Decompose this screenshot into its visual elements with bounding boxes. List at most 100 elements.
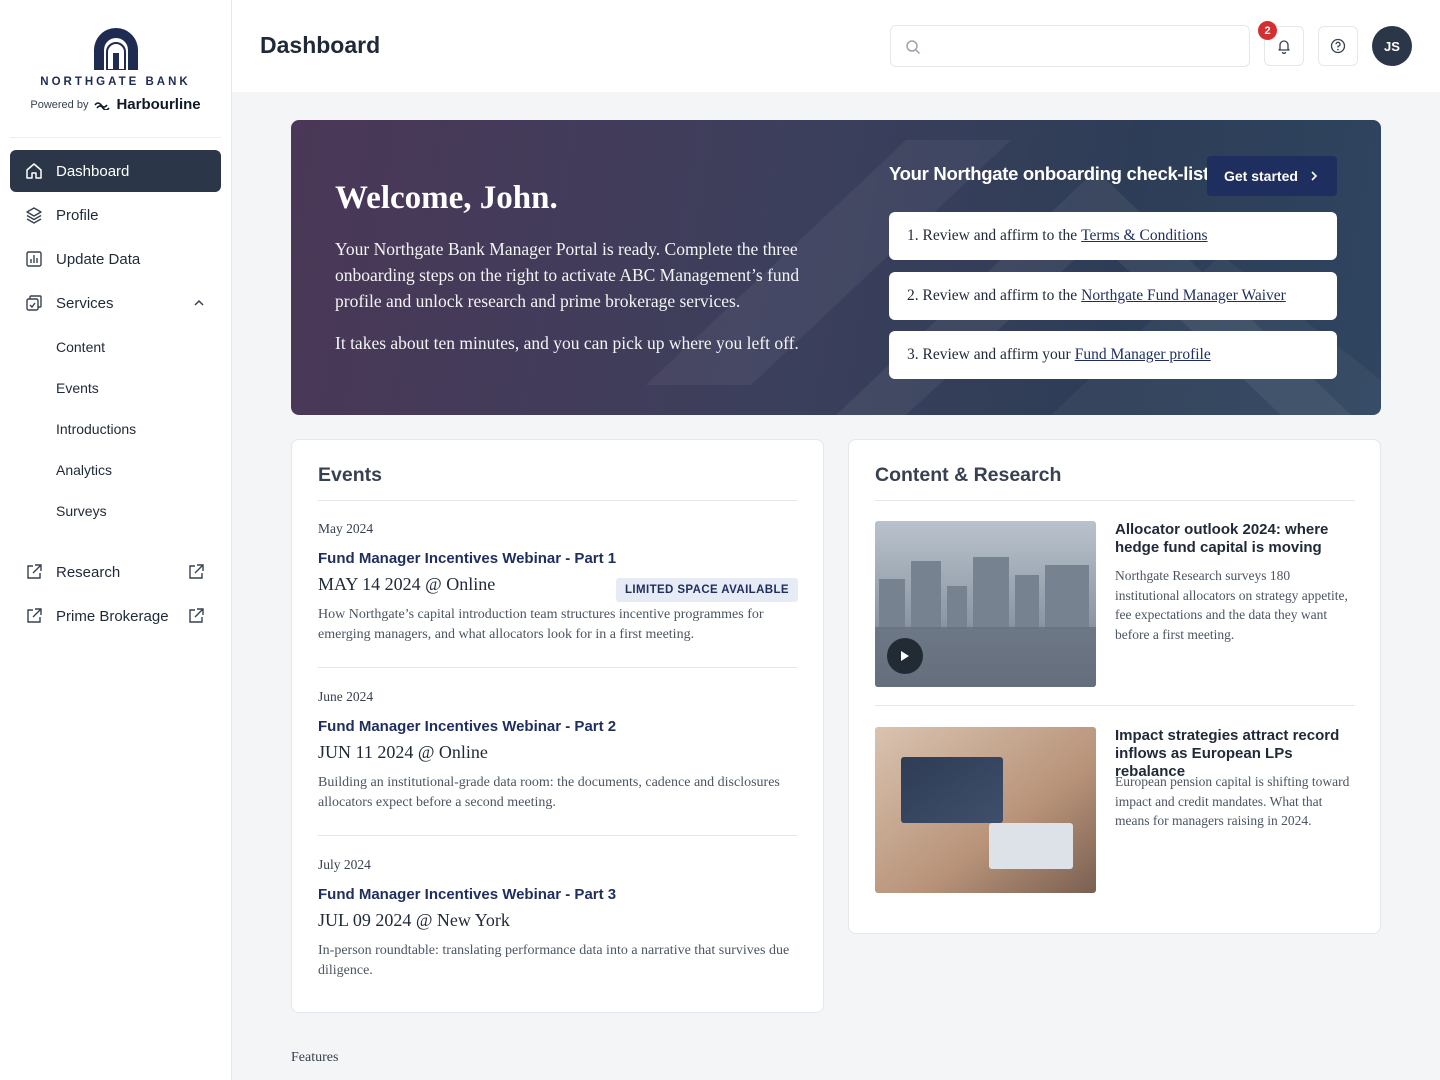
top-header: Dashboard 2 JS bbox=[232, 0, 1440, 92]
powered-by-label: Powered by bbox=[30, 98, 89, 111]
chevron-right-icon bbox=[1311, 171, 1318, 181]
brand-block: NORTHGATE BANK Powered by Harbourline bbox=[10, 0, 221, 138]
harbourline-icon bbox=[94, 101, 111, 110]
terms-link[interactable]: Terms & Conditions bbox=[1081, 227, 1207, 245]
event-month: July 2024 bbox=[318, 857, 371, 872]
subnav-item-label: Surveys bbox=[56, 502, 107, 519]
sidebar-item-update-data[interactable]: Update Data bbox=[10, 238, 221, 280]
divider bbox=[875, 705, 1355, 706]
search-box[interactable] bbox=[890, 25, 1250, 67]
main-content: Welcome, John. Your Northgate Bank Manag… bbox=[232, 92, 1440, 1080]
welcome-banner: Welcome, John. Your Northgate Bank Manag… bbox=[291, 120, 1381, 415]
services-subnav: Content Events Introductions Analytics S… bbox=[10, 326, 221, 531]
subnav-item-events[interactable]: Events bbox=[10, 367, 221, 408]
event-item: May 2024 Fund Manager Incentives Webinar… bbox=[318, 521, 798, 668]
sidebar-item-prime-brokerage[interactable]: Prime Brokerage bbox=[10, 595, 221, 637]
checklist-title: Your Northgate onboarding check-list bbox=[889, 163, 1209, 184]
northgate-logo[interactable] bbox=[90, 26, 142, 70]
article-description: Northgate Research surveys 180 instituti… bbox=[1115, 568, 1348, 642]
checklist-item-profile[interactable]: 3. Review and affirm your Fund Manager p… bbox=[889, 331, 1337, 379]
powered-by: Powered by Harbourline bbox=[30, 96, 200, 113]
avatar[interactable]: JS bbox=[1372, 26, 1412, 66]
home-icon bbox=[26, 163, 42, 179]
divider bbox=[318, 667, 798, 668]
events-title: Events bbox=[318, 464, 382, 486]
chevron-up-icon[interactable] bbox=[193, 297, 205, 309]
sidebar-item-services[interactable]: Services bbox=[10, 282, 221, 324]
welcome-text: Your Northgate Bank Manager Portal is re… bbox=[335, 239, 800, 311]
subnav-item-label: Analytics bbox=[56, 461, 113, 478]
welcome-title: Welcome, John. bbox=[335, 180, 558, 216]
article-title[interactable]: Allocator outlook 2024: where hedge fund… bbox=[1115, 521, 1355, 557]
sidebar-item-label: Services bbox=[56, 294, 114, 312]
sidebar-nav: Dashboard Profile Update Data Services C… bbox=[0, 138, 231, 637]
article-thumbnail[interactable] bbox=[875, 521, 1096, 687]
sidebar-item-label: Update Data bbox=[56, 250, 141, 268]
event-description: Building an institutional-grade data roo… bbox=[318, 775, 780, 810]
checklist-item-waiver[interactable]: 2. Review and affirm to the Northgate Fu… bbox=[889, 272, 1337, 320]
search-icon bbox=[906, 40, 921, 55]
subnav-item-label: Content bbox=[56, 338, 106, 355]
research-title: Content & Research bbox=[875, 464, 1062, 486]
partner-name: Harbourline bbox=[116, 96, 201, 113]
chart-icon bbox=[26, 251, 42, 267]
search-input[interactable] bbox=[931, 26, 1231, 66]
features-heading: Features bbox=[291, 1050, 339, 1065]
welcome-subtext: It takes about ten minutes, and you can … bbox=[335, 333, 799, 353]
event-month: June 2024 bbox=[318, 689, 374, 704]
profile-link[interactable]: Fund Manager profile bbox=[1075, 346, 1211, 364]
desk-devices-image bbox=[875, 727, 1096, 893]
checklist-item-text: 1. Review and affirm to the bbox=[907, 227, 1078, 244]
event-title-link[interactable]: Fund Manager Incentives Webinar - Part 1 bbox=[318, 550, 798, 567]
subnav-item-analytics[interactable]: Analytics bbox=[10, 449, 221, 490]
sidebar-item-label: Dashboard bbox=[56, 162, 130, 180]
subnav-item-surveys[interactable]: Surveys bbox=[10, 490, 221, 531]
subnav-item-label: Events bbox=[56, 379, 99, 396]
play-icon bbox=[901, 651, 909, 661]
event-description: In-person roundtable: translating perfor… bbox=[318, 943, 790, 978]
external-link-icon bbox=[27, 564, 42, 579]
sidebar-item-research[interactable]: Research bbox=[10, 551, 221, 593]
get-started-button[interactable]: Get started bbox=[1207, 156, 1337, 196]
play-button[interactable] bbox=[887, 638, 923, 674]
brand-name: NORTHGATE BANK bbox=[40, 76, 191, 88]
help-icon bbox=[1330, 38, 1346, 54]
event-date: JUL 09 2024 @ New York bbox=[318, 910, 510, 930]
event-title-link[interactable]: Fund Manager Incentives Webinar - Part 2 bbox=[318, 718, 798, 735]
article-thumbnail[interactable] bbox=[875, 727, 1096, 893]
article-item[interactable]: Allocator outlook 2024: where hedge fund… bbox=[875, 521, 1355, 687]
external-link-icon bbox=[189, 608, 204, 623]
sidebar-item-dashboard[interactable]: Dashboard bbox=[10, 150, 221, 192]
event-date: JUN 11 2024 @ Online bbox=[318, 742, 488, 762]
notification-badge: 2 bbox=[1258, 21, 1277, 40]
event-month: May 2024 bbox=[318, 521, 374, 536]
waiver-link[interactable]: Northgate Fund Manager Waiver bbox=[1081, 287, 1286, 305]
services-icon bbox=[26, 295, 42, 311]
help-button[interactable] bbox=[1318, 26, 1358, 66]
status-badge: LIMITED SPACE AVAILABLE bbox=[615, 578, 798, 602]
event-title-link[interactable]: Fund Manager Incentives Webinar - Part 3 bbox=[318, 886, 798, 903]
divider bbox=[318, 500, 798, 501]
events-card: Events May 2024 Fund Manager Incentives … bbox=[291, 439, 824, 1013]
event-description: How Northgate’s capital introduction tea… bbox=[318, 607, 764, 642]
checklist-item-terms[interactable]: 1. Review and affirm to the Terms & Cond… bbox=[889, 212, 1337, 260]
subnav-item-content[interactable]: Content bbox=[10, 326, 221, 367]
article-item[interactable]: Impact strategies attract record inflows… bbox=[875, 727, 1355, 893]
get-started-label: Get started bbox=[1224, 168, 1298, 184]
sidebar-item-label: Prime Brokerage bbox=[56, 607, 169, 625]
checklist-item-text: 3. Review and affirm your bbox=[907, 346, 1071, 363]
sidebar-item-profile[interactable]: Profile bbox=[10, 194, 221, 236]
bell-icon bbox=[1278, 40, 1290, 54]
research-card: Content & Research Allocator outlook 202… bbox=[848, 439, 1381, 934]
checklist-item-text: 2. Review and affirm to the bbox=[907, 287, 1078, 304]
event-item: July 2024 Fund Manager Incentives Webina… bbox=[318, 857, 798, 981]
subnav-item-introductions[interactable]: Introductions bbox=[10, 408, 221, 449]
event-item: June 2024 Fund Manager Incentives Webina… bbox=[318, 689, 798, 836]
external-link-icon bbox=[27, 608, 42, 623]
article-description: European pension capital is shifting tow… bbox=[1115, 774, 1350, 828]
subnav-item-label: Introductions bbox=[56, 420, 137, 437]
external-link-icon bbox=[189, 564, 204, 579]
sidebar-item-label: Research bbox=[56, 563, 121, 581]
page-title: Dashboard bbox=[260, 32, 381, 58]
sidebar-item-label: Profile bbox=[56, 206, 99, 224]
